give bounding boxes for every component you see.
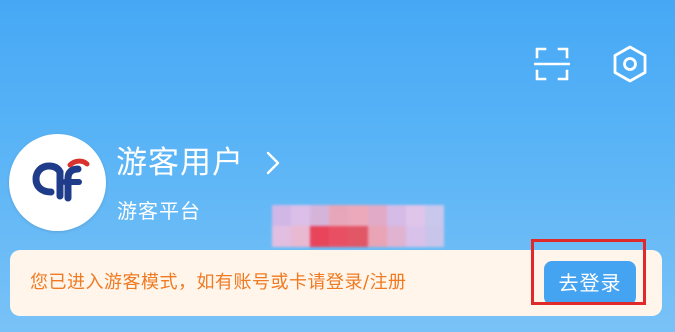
logo-af-icon [31, 158, 89, 201]
profile-screen: 游客用户 游客平台 您已进入游客模式，如有账号或卡请登录/注册 去登录 [0, 0, 675, 332]
avatar[interactable] [9, 134, 106, 231]
scan-icon[interactable] [532, 44, 572, 84]
login-button[interactable]: 去登录 [544, 261, 636, 305]
settings-icon[interactable] [610, 44, 650, 84]
redacted-area [272, 205, 444, 247]
profile-name-row[interactable]: 游客用户 [116, 143, 280, 183]
profile-subtitle: 游客平台 [117, 199, 201, 223]
profile-name: 游客用户 [116, 145, 244, 181]
guest-mode-notice-text: 您已进入游客模式，如有账号或卡请登录/注册 [30, 272, 407, 293]
chevron-right-icon [266, 151, 280, 175]
